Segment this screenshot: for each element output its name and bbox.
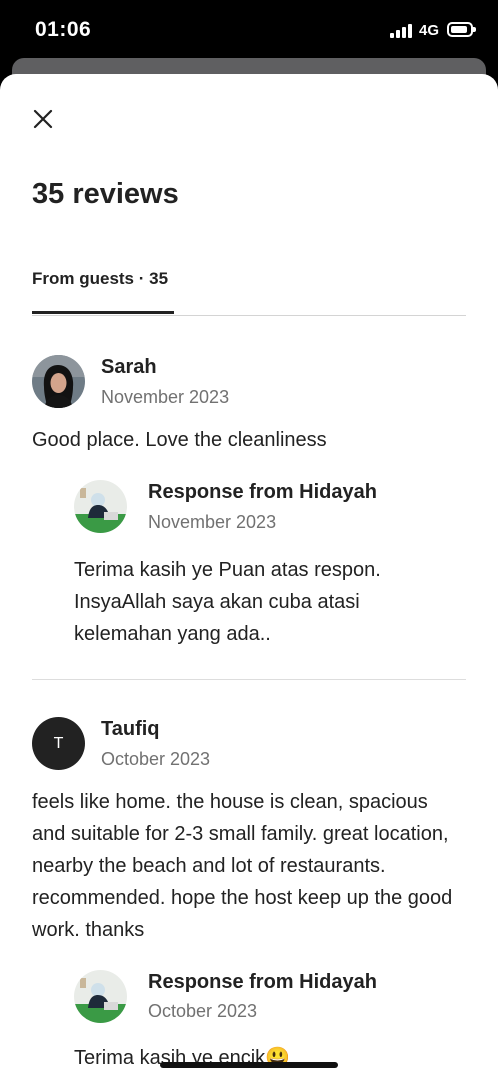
status-time: 01:06 — [35, 18, 92, 41]
host-response-title: Response from Hidayah — [148, 481, 377, 503]
reviews-sheet: 35 reviews From guests · 35 Sarah Novemb… — [0, 74, 498, 1084]
host-response-title: Response from Hidayah — [148, 971, 377, 993]
review-text: feels like home. the house is clean, spa… — [32, 791, 453, 941]
avatar-sarah[interactable] — [32, 355, 85, 408]
review-date: October 2023 — [101, 749, 211, 769]
status-bar: 01:06 4G — [0, 0, 498, 60]
network-type: 4G — [419, 22, 440, 39]
tab-divider — [32, 315, 466, 316]
response-text: Terima kasih ye encik😃 — [74, 1047, 291, 1069]
avatar-initial: T — [53, 734, 64, 752]
reviewer-name[interactable]: Sarah — [101, 356, 157, 379]
host-avatar[interactable] — [74, 480, 127, 533]
avatar-taufiq[interactable]: T — [32, 717, 85, 770]
close-icon[interactable] — [30, 106, 56, 132]
home-indicator — [160, 1062, 338, 1068]
response-date: October 2023 — [148, 1001, 258, 1021]
signal-icon — [390, 24, 414, 38]
reviewer-name[interactable]: Taufiq — [101, 718, 160, 741]
page-title: 35 reviews — [32, 178, 179, 210]
review-divider — [32, 679, 466, 680]
review-text: Good place. Love the cleanliness — [32, 429, 327, 451]
host-avatar[interactable] — [74, 970, 127, 1023]
response-date: November 2023 — [148, 512, 277, 532]
tab-from-guests[interactable]: From guests · 35 — [32, 269, 168, 289]
battery-icon — [447, 22, 476, 37]
review-date: November 2023 — [101, 387, 230, 407]
tab-active-indicator — [32, 311, 174, 314]
response-text: Terima kasih ye Puan atas respon. InsyaA… — [74, 559, 381, 645]
